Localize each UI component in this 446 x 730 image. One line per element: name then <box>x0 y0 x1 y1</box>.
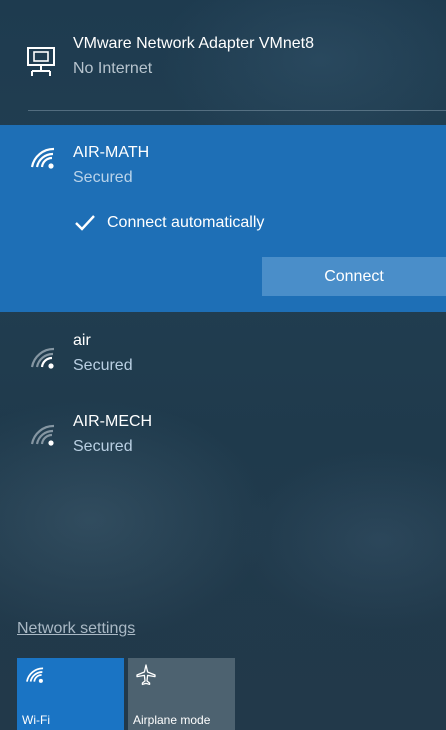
network-settings-link[interactable]: Network settings <box>17 619 135 639</box>
connect-automatically-checkbox[interactable] <box>73 211 97 235</box>
tile-label: Airplane mode <box>133 713 211 727</box>
network-name: VMware Network Adapter VMnet8 <box>73 35 314 52</box>
connect-automatically-label[interactable]: Connect automatically <box>107 213 264 233</box>
network-item-air-mech[interactable]: AIR-MECH Secured <box>0 402 446 492</box>
network-name: AIR-MECH <box>73 413 153 430</box>
network-name: air <box>73 332 91 349</box>
tile-label: Wi-Fi <box>22 713 50 727</box>
wifi-signal-icon <box>28 345 58 371</box>
wifi-toggle-tile[interactable]: Wi-Fi <box>17 658 124 730</box>
connect-button[interactable]: Connect <box>262 257 446 296</box>
ethernet-adapter-icon <box>26 46 60 78</box>
wifi-signal-icon <box>28 145 58 171</box>
airplane-icon <box>135 664 157 686</box>
network-item-air-math[interactable]: AIR-MATH Secured Connect automatically C… <box>0 125 446 312</box>
network-status: Secured <box>73 169 133 186</box>
airplane-mode-tile[interactable]: Airplane mode <box>128 658 235 730</box>
network-item-vmnet8[interactable]: VMware Network Adapter VMnet8 No Interne… <box>0 0 446 110</box>
network-status: No Internet <box>73 60 153 77</box>
wifi-signal-icon <box>28 422 58 448</box>
divider <box>28 110 446 111</box>
network-name: AIR-MATH <box>73 144 150 161</box>
network-item-air[interactable]: air Secured <box>0 312 446 402</box>
wifi-icon <box>24 664 46 686</box>
network-status: Secured <box>73 438 133 455</box>
network-status: Secured <box>73 357 133 374</box>
